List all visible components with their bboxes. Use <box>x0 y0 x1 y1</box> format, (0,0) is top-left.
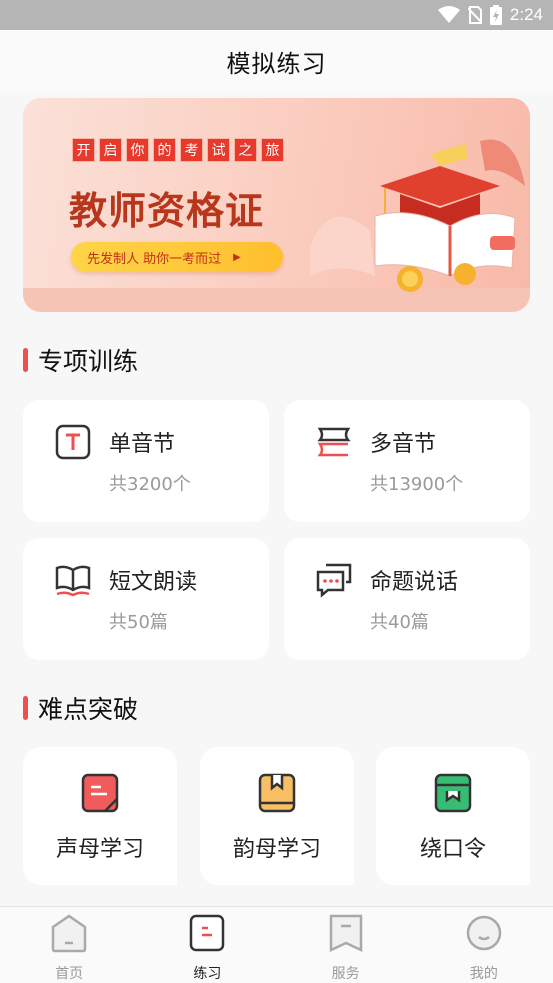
tile-label: 韵母学习 <box>232 837 321 862</box>
tagline-char: 试 <box>207 138 230 162</box>
letter-t-icon <box>55 424 91 460</box>
tagline-char: 旅 <box>261 138 284 162</box>
tile-initials[interactable]: 声母学习 <box>23 747 177 885</box>
tagline-char: 你 <box>126 138 149 162</box>
section-difficulties: 难点突破 <box>23 690 138 726</box>
status-time: 2:24 <box>509 5 543 24</box>
card-topic-speaking[interactable]: 命题说话 共40篇 <box>284 538 530 660</box>
promo-banner[interactable]: 开 启 你 的 考 试 之 旅 教师资格证 先发制人 助你一考而过 ▶ <box>23 98 530 312</box>
tile-label: 声母学习 <box>55 837 144 862</box>
chat-bubbles-icon <box>316 563 352 598</box>
bookmark-icon <box>329 914 362 952</box>
tagline-char: 之 <box>234 138 257 162</box>
tab-home[interactable]: 首页 <box>0 907 138 983</box>
section-special-training: 专项训练 <box>23 342 138 378</box>
card-label: 命题说话 <box>370 570 459 595</box>
status-bar: 2:24 <box>0 0 553 30</box>
section-title: 专项训练 <box>38 347 139 376</box>
tab-label: 练习 <box>193 966 222 982</box>
card-label: 短文朗读 <box>109 570 198 595</box>
banner-tagline: 开 启 你 的 考 试 之 旅 <box>72 138 284 162</box>
status-icons: 2:24 <box>437 4 543 26</box>
wifi-icon <box>437 6 460 23</box>
tab-label: 服务 <box>331 966 360 982</box>
tab-profile[interactable]: 我的 <box>415 907 553 983</box>
tagline-char: 启 <box>99 138 122 162</box>
no-sim-icon <box>467 6 482 24</box>
tagline-char: 考 <box>180 138 203 162</box>
tab-label: 我的 <box>469 966 498 982</box>
card-count: 共40篇 <box>370 612 429 633</box>
tab-label: 首页 <box>55 966 84 982</box>
practice-icon <box>190 914 225 952</box>
card-multi-syllable[interactable]: 多音节 共13900个 <box>284 400 530 522</box>
profile-icon <box>466 915 502 951</box>
tab-service[interactable]: 服务 <box>277 907 415 983</box>
card-label: 单音节 <box>109 432 176 457</box>
green-book-icon <box>434 773 472 813</box>
open-book-icon <box>55 565 91 597</box>
tile-label: 绕口令 <box>419 837 486 862</box>
tile-tongue-twisters[interactable]: 绕口令 <box>376 747 530 885</box>
battery-icon <box>489 5 502 25</box>
stacked-books-icon <box>317 427 351 457</box>
card-count: 共13900个 <box>370 474 464 495</box>
section-accent-bar <box>23 696 28 720</box>
bottom-tab-bar: 首页 练习 服务 我的 <box>0 906 553 983</box>
tagline-char: 开 <box>72 138 95 162</box>
card-count: 共3200个 <box>109 474 191 495</box>
play-arrow-icon: ▶ <box>233 251 241 263</box>
banner-cta-button[interactable]: 先发制人 助你一考而过 ▶ <box>71 242 283 272</box>
app-header: 模拟练习 <box>0 30 553 92</box>
tagline-char: 的 <box>153 138 176 162</box>
card-single-syllable[interactable]: 单音节 共3200个 <box>23 400 269 522</box>
graduation-books-illustration <box>310 139 525 292</box>
orange-book-icon <box>258 773 296 813</box>
page-title: 模拟练习 <box>226 49 327 78</box>
tab-practice[interactable]: 练习 <box>138 907 276 983</box>
card-passage-reading[interactable]: 短文朗读 共50篇 <box>23 538 269 660</box>
section-title: 难点突破 <box>38 695 139 724</box>
card-count: 共50篇 <box>109 612 168 633</box>
banner-headline: 教师资格证 <box>69 189 265 233</box>
red-notebook-icon <box>81 773 119 813</box>
tile-finals[interactable]: 韵母学习 <box>200 747 354 885</box>
card-label: 多音节 <box>370 432 437 457</box>
home-icon <box>51 914 87 953</box>
section-accent-bar <box>23 348 28 372</box>
banner-cta-label: 先发制人 助你一考而过 <box>87 251 222 267</box>
